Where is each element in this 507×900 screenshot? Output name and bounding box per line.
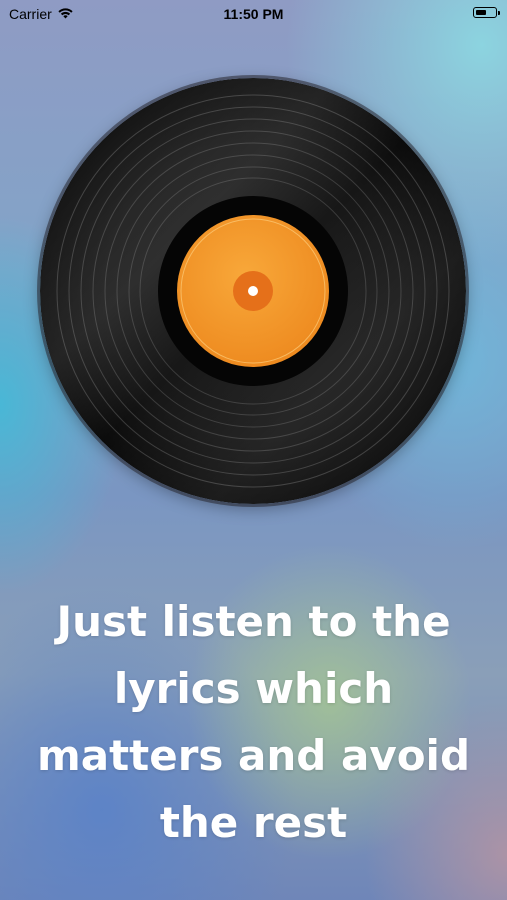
status-time: 11:50 PM (223, 6, 284, 22)
vinyl-record-icon (40, 78, 466, 504)
spindle-hole (248, 286, 258, 296)
battery-icon (473, 7, 500, 18)
status-bar: Carrier 11:50 PM (0, 0, 507, 28)
onboarding-caption: Just listen to the lyrics which matters … (36, 597, 471, 847)
battery-level (476, 10, 486, 15)
